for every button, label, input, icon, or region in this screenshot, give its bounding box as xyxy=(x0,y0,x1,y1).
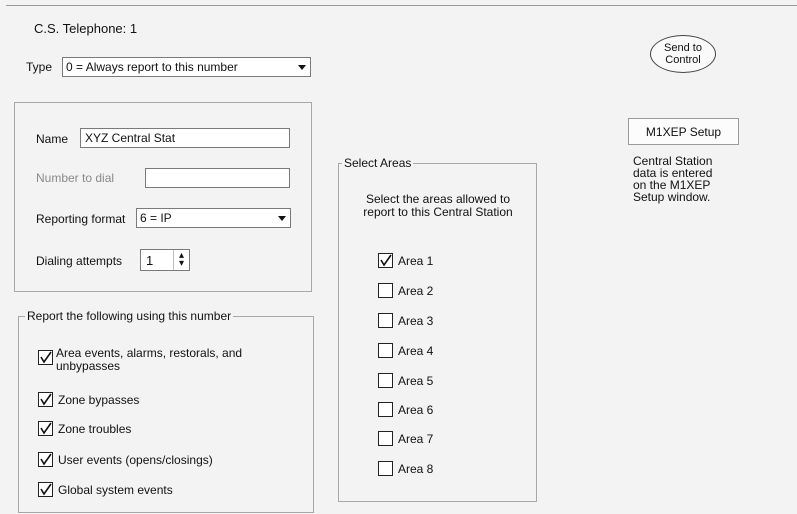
area-7-checkbox[interactable] xyxy=(378,431,393,446)
report-user-events-label: User events (opens/closings) xyxy=(58,453,213,467)
top-divider xyxy=(6,5,797,6)
checkmark-icon xyxy=(40,453,52,466)
report-global-events-label: Global system events xyxy=(58,483,173,497)
area-2-label: Area 2 xyxy=(398,284,434,298)
area-3-checkbox[interactable] xyxy=(378,313,393,328)
attempts-label: Dialing attempts xyxy=(36,254,123,268)
send-button-line2: Control xyxy=(665,54,701,66)
m1xep-setup-button[interactable]: M1XEP Setup xyxy=(628,118,739,145)
area-6-label: Area 6 xyxy=(398,403,434,417)
area-8-checkbox[interactable] xyxy=(378,461,393,476)
areas-description: Select the areas allowed to report to th… xyxy=(339,193,537,219)
area-5-label: Area 5 xyxy=(398,374,434,388)
report-zone-bypasses-label: Zone bypasses xyxy=(58,393,140,407)
area-7-label: Area 7 xyxy=(398,432,434,446)
m1xep-setup-label: M1XEP Setup xyxy=(645,124,722,139)
send-to-control-button[interactable]: Send to Control xyxy=(650,35,716,73)
name-label: Name xyxy=(36,132,69,146)
type-select-value: 0 = Always report to this number xyxy=(66,60,238,74)
name-input[interactable]: XYZ Central Stat xyxy=(80,128,290,148)
type-label: Type xyxy=(26,60,53,74)
areas-group-legend: Select Areas xyxy=(342,156,414,170)
area-6-checkbox[interactable] xyxy=(378,402,393,417)
checkmark-icon xyxy=(40,483,52,496)
report-area-events-line2: unbypasses xyxy=(56,359,121,373)
checkmark-icon xyxy=(40,422,52,435)
setup-note: Central Station data is entered on the M… xyxy=(633,155,712,203)
area-5-checkbox[interactable] xyxy=(378,373,393,388)
format-select[interactable]: 6 = IP xyxy=(136,208,291,228)
number-label: Number to dial xyxy=(36,171,115,185)
areas-description-line2: report to this Central Station xyxy=(363,205,513,219)
checkmark-icon xyxy=(40,393,52,406)
type-select[interactable]: 0 = Always report to this number xyxy=(62,57,311,77)
page-title: C.S. Telephone: 1 xyxy=(34,21,138,36)
report-user-events-checkbox[interactable] xyxy=(38,452,53,467)
area-2-checkbox[interactable] xyxy=(378,283,393,298)
area-8-label: Area 8 xyxy=(398,462,434,476)
report-zone-troubles-checkbox[interactable] xyxy=(38,421,53,436)
attempts-value: 1 xyxy=(146,252,154,268)
checkmark-icon xyxy=(40,351,52,364)
attempts-stepper[interactable]: 1 ▴ ▾ xyxy=(140,249,190,271)
report-area-events-label: Area events, alarms, restorals, and unby… xyxy=(56,347,242,373)
format-select-value: 6 = IP xyxy=(140,211,172,225)
chevron-down-icon[interactable] xyxy=(293,58,310,76)
report-group-legend: Report the following using this number xyxy=(25,309,234,323)
send-button-line1: Send to xyxy=(664,42,702,54)
stepper-arrows-icon[interactable]: ▴ ▾ xyxy=(173,250,189,270)
checkmark-icon xyxy=(380,254,392,267)
report-global-events-checkbox[interactable] xyxy=(38,482,53,497)
chevron-down-icon[interactable] xyxy=(273,209,290,227)
report-zone-troubles-label: Zone troubles xyxy=(58,422,132,436)
area-1-checkbox[interactable] xyxy=(378,253,393,268)
report-area-events-checkbox[interactable] xyxy=(38,350,53,365)
number-input[interactable] xyxy=(145,168,290,188)
area-4-checkbox[interactable] xyxy=(378,343,393,358)
area-3-label: Area 3 xyxy=(398,314,434,328)
setup-note-line: Setup window. xyxy=(633,190,711,204)
format-label: Reporting format xyxy=(36,212,126,226)
report-zone-bypasses-checkbox[interactable] xyxy=(38,392,53,407)
area-1-label: Area 1 xyxy=(398,254,434,268)
area-4-label: Area 4 xyxy=(398,344,434,358)
